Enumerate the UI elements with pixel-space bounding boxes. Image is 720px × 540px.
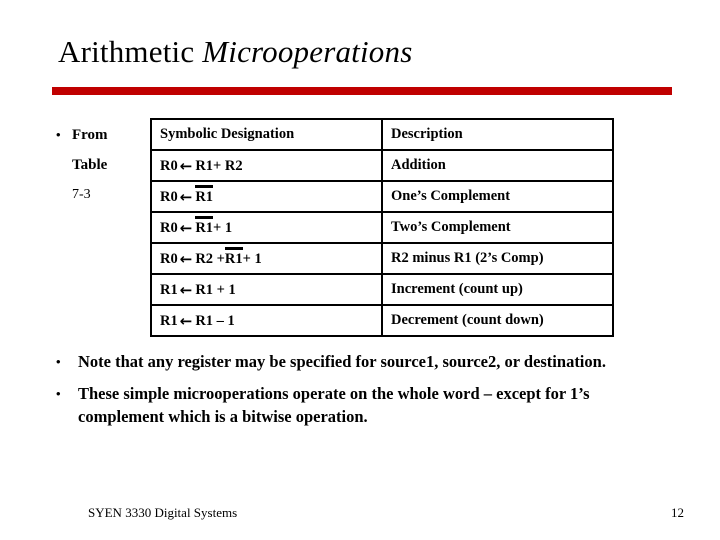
operand-source-prefix: R1 – 1 — [195, 313, 235, 329]
table-row: R1 ← R1 – 1 Decrement (count down) — [150, 304, 614, 337]
cell-description: Increment (count up) — [381, 273, 614, 306]
bullet-dot-icon: • — [56, 127, 61, 142]
operand-source-suffix: + 1 — [213, 220, 233, 236]
cell-description: One’s Complement — [381, 180, 614, 213]
cell-symbolic-designation: R0 ← R1 + 1 — [150, 211, 383, 244]
table-row: R0 ← R1 + 1 Two’s Complement — [150, 211, 614, 244]
table-row: R0 ← R2 + R1 + 1 R2 minus R1 (2’s Comp) — [150, 242, 614, 275]
cell-symbolic-designation: R1 ← R1 + 1 — [150, 273, 383, 306]
operand-source-prefix: R1 + 1 — [195, 282, 236, 298]
operand-complement-overbar: R1 — [195, 185, 214, 205]
left-arrow-icon: ← — [179, 312, 193, 330]
operand-source-prefix: R1 — [195, 158, 214, 174]
list-item: • These simple microoperations operate on… — [56, 382, 668, 428]
operand-destination: R0 — [160, 220, 178, 236]
operand-destination: R1 — [160, 313, 178, 329]
table-row: R1 ← R1 + 1 Increment (count up) — [150, 273, 614, 306]
footer-page-number: 12 — [671, 505, 684, 520]
cell-symbolic-designation: R0 ← R1 + R2 — [150, 149, 383, 182]
operand-source-suffix: + R2 — [213, 158, 243, 174]
bullet-dot-icon: • — [56, 386, 61, 401]
title-underline-rule — [52, 87, 672, 95]
list-item-label: These simple microoperations operate on … — [78, 384, 590, 426]
operand-destination: R0 — [160, 251, 178, 267]
column-header-description: Description — [381, 118, 614, 151]
left-arrow-icon: ← — [179, 281, 193, 299]
left-arrow-icon: ← — [179, 157, 193, 175]
table-row: R0 ← R1 + R2 Addition — [150, 149, 614, 182]
left-note-bullet: • From Table 7-3 — [56, 120, 152, 210]
footer: SYEN 3330 Digital Systems 12 — [0, 505, 720, 529]
operand-destination: R0 — [160, 158, 178, 174]
cell-symbolic-designation: R0 ← R1 — [150, 180, 383, 213]
operand-destination: R1 — [160, 282, 178, 298]
operand-complement-overbar: R1 — [195, 216, 214, 236]
list-item-label: Note that any register may be specified … — [78, 352, 606, 371]
table-header-row: Symbolic Designation Description — [150, 118, 614, 151]
cell-description: Two’s Complement — [381, 211, 614, 244]
cell-symbolic-designation: R0 ← R2 + R1 + 1 — [150, 242, 383, 275]
page-title-regular: Arithmetic — [58, 34, 203, 69]
cell-description: Addition — [381, 149, 614, 182]
page-title-italic: Microoperations — [202, 34, 413, 69]
microoperations-table: Symbolic Designation Description R0 ← R1 +… — [150, 118, 614, 337]
bullet-dot-icon: • — [56, 354, 61, 369]
left-arrow-icon: ← — [179, 219, 193, 237]
cell-symbolic-designation: R1 ← R1 – 1 — [150, 304, 383, 337]
left-note-line-3: 7-3 — [72, 187, 91, 202]
table-row: R0 ← R1 One’s Complement — [150, 180, 614, 213]
column-header-symbolic-designation: Symbolic Designation — [150, 118, 383, 151]
list-item: • Note that any register may be specified… — [56, 350, 668, 373]
footer-course-label: SYEN 3330 Digital Systems — [88, 505, 238, 520]
left-note-line-2: Table — [72, 157, 108, 173]
operand-source-suffix: + 1 — [242, 251, 262, 267]
page-title: Arithmetic Microoperations — [58, 33, 412, 71]
cell-description: Decrement (count down) — [381, 304, 614, 337]
cell-description: R2 minus R1 (2’s Comp) — [381, 242, 614, 275]
left-arrow-icon: ← — [179, 188, 193, 206]
left-arrow-icon: ← — [179, 250, 193, 268]
body-bullet-list: • Note that any register may be specified… — [56, 350, 668, 437]
left-note-line-1: From — [72, 127, 108, 143]
operand-complement-overbar: R1 — [224, 247, 243, 267]
operand-source-prefix: R2 + — [195, 251, 225, 267]
operand-destination: R0 — [160, 189, 178, 205]
